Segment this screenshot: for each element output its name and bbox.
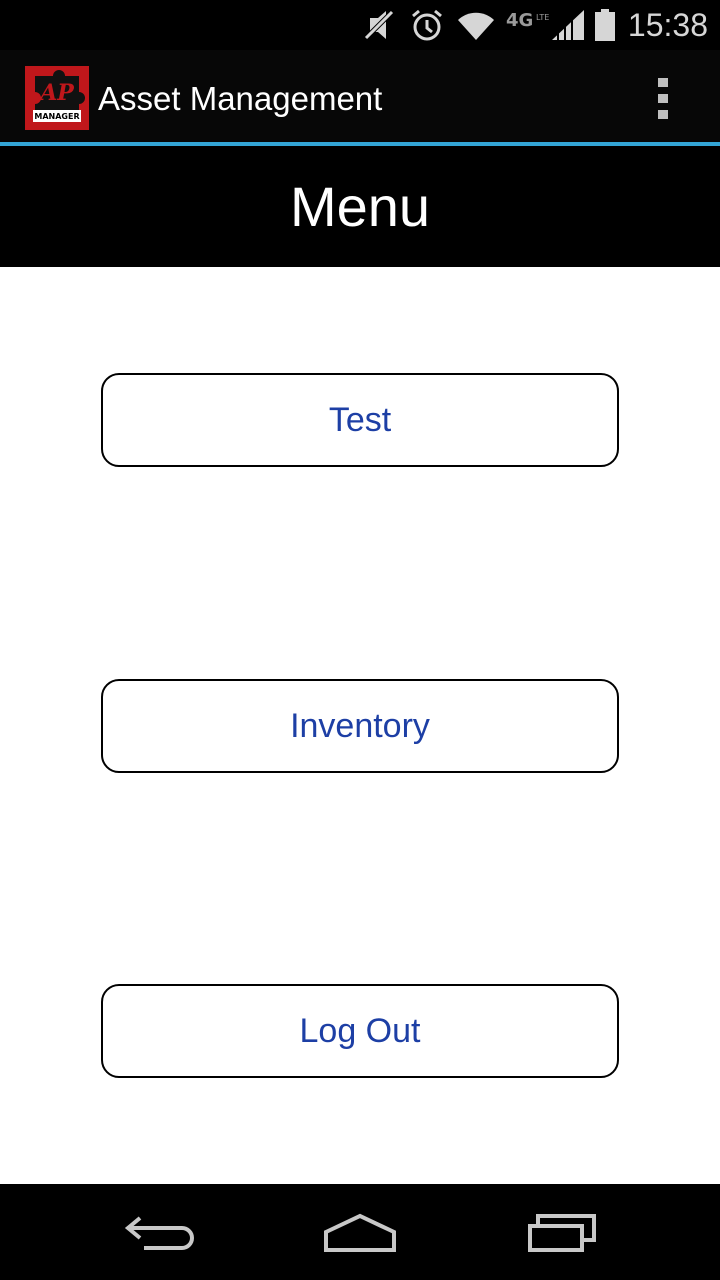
overflow-menu-icon[interactable] <box>648 76 678 122</box>
logout-button[interactable]: Log Out <box>101 984 619 1078</box>
back-icon[interactable] <box>110 1202 210 1262</box>
svg-text:AP: AP <box>38 80 75 106</box>
battery-icon <box>594 8 616 42</box>
mute-icon <box>362 8 396 42</box>
svg-text:4G: 4G <box>506 10 533 31</box>
app-logo: AP MANAGER <box>25 66 89 130</box>
svg-text:MANAGER: MANAGER <box>34 112 79 121</box>
wifi-icon <box>456 8 496 42</box>
alarm-icon <box>410 8 444 42</box>
page-title: Menu <box>0 146 720 267</box>
inventory-button[interactable]: Inventory <box>101 679 619 773</box>
home-icon[interactable] <box>310 1202 410 1262</box>
test-button[interactable]: Test <box>101 373 619 467</box>
svg-text:LTE: LTE <box>536 13 549 22</box>
recent-apps-icon[interactable] <box>512 1202 612 1262</box>
screen: 4G LTE 15:38 AP MANAGER Asset Management… <box>0 0 720 1280</box>
4g-lte-icon: 4G LTE <box>506 8 554 42</box>
action-bar: AP MANAGER Asset Management <box>0 50 720 144</box>
signal-icon <box>550 8 586 42</box>
navigation-bar <box>0 1184 720 1280</box>
status-bar: 4G LTE 15:38 <box>0 0 720 50</box>
status-time: 15:38 <box>627 7 708 43</box>
app-title: Asset Management <box>98 80 383 117</box>
